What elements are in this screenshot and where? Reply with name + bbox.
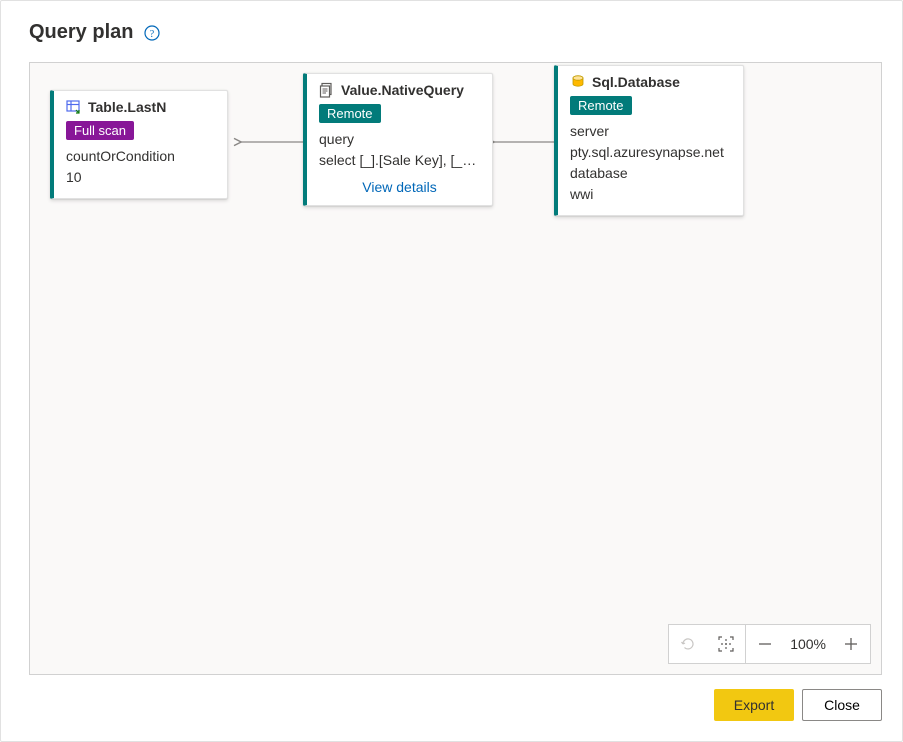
remote-badge: Remote: [570, 96, 632, 115]
zoom-out-button[interactable]: [746, 625, 784, 663]
svg-text:?: ?: [150, 29, 155, 40]
node-prop-label: database: [570, 163, 731, 184]
remote-badge: Remote: [319, 104, 381, 123]
node-table-lastn[interactable]: Table.LastN Full scan countOrCondition 1…: [50, 90, 228, 199]
table-icon: [66, 99, 82, 115]
query-plan-dialog: Query plan ?: [0, 0, 903, 742]
node-title: Value.NativeQuery: [341, 82, 464, 98]
dialog-title: Query plan: [29, 21, 133, 44]
node-prop-value: 10: [66, 167, 215, 188]
node-sql-database[interactable]: Sql.Database Remote server pty.sql.azure…: [554, 65, 744, 216]
node-prop-value: pty.sql.azuresynapse.net: [570, 142, 731, 163]
node-prop-label: query: [319, 129, 480, 150]
plan-canvas[interactable]: Table.LastN Full scan countOrCondition 1…: [29, 62, 882, 675]
node-value-nativequery[interactable]: Value.NativeQuery Remote query select [_…: [303, 73, 493, 206]
node-title: Sql.Database: [592, 74, 680, 90]
node-prop-label: countOrCondition: [66, 146, 215, 167]
node-prop-label: server: [570, 121, 731, 142]
zoom-in-button[interactable]: [832, 625, 870, 663]
full-scan-badge: Full scan: [66, 121, 134, 140]
export-button[interactable]: Export: [714, 689, 794, 721]
reset-view-button[interactable]: [669, 625, 707, 663]
database-icon: [570, 74, 586, 90]
fit-to-screen-button[interactable]: [707, 625, 745, 663]
dialog-footer: Export Close: [29, 675, 882, 721]
view-details-link[interactable]: View details: [319, 179, 480, 195]
close-button[interactable]: Close: [802, 689, 882, 721]
dialog-header: Query plan ?: [29, 21, 882, 44]
node-prop-value: select [_].[Sale Key], [_]....: [319, 150, 480, 171]
node-title: Table.LastN: [88, 99, 166, 115]
zoom-level-label: 100%: [784, 636, 832, 652]
zoom-toolbar: 100%: [668, 624, 871, 664]
help-icon[interactable]: ?: [143, 24, 161, 42]
native-query-icon: [319, 82, 335, 98]
node-prop-value: wwi: [570, 184, 731, 205]
